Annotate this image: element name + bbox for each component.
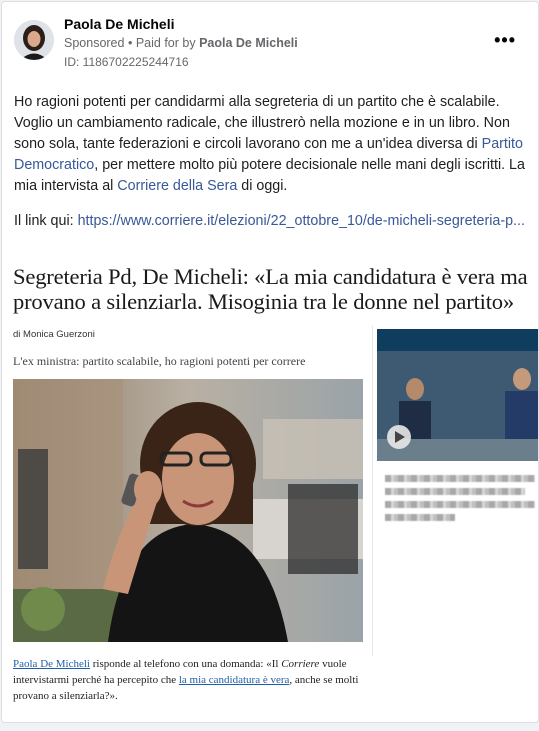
ad-card: Paola De Micheli Sponsored • Paid for by…	[1, 1, 539, 723]
blurred-line	[385, 514, 455, 521]
article-url-link[interactable]: https://www.corriere.it/elezioni/22_otto…	[78, 213, 525, 229]
avatar[interactable]	[14, 20, 54, 60]
blurred-line	[385, 501, 535, 508]
post-text-segment: di oggi.	[237, 178, 288, 194]
link-prefix: Il link qui:	[14, 213, 78, 229]
post-paragraph: Ho ragioni potenti per candidarmi alla s…	[14, 92, 528, 197]
caption-text: risponde al telefono con una domanda: «I…	[89, 658, 282, 670]
article-subhead: L'ex ministra: partito scalabile, ho rag…	[13, 354, 306, 368]
post-text: Ho ragioni potenti per candidarmi alla s…	[14, 92, 528, 246]
paid-for-label: Paid for by	[135, 36, 196, 50]
ad-id: ID: 1186702225244716	[64, 55, 189, 69]
blurred-line	[385, 475, 535, 482]
blurred-side-video	[377, 329, 538, 461]
article-photo	[13, 379, 363, 642]
post-link-paragraph: Il link qui: https://www.corriere.it/ele…	[14, 211, 528, 232]
article-screenshot[interactable]: Segreteria Pd, De Micheli: «La mia candi…	[2, 254, 538, 722]
caption-link-name[interactable]: Paola De Micheli	[13, 658, 90, 670]
more-options-icon[interactable]: •••	[494, 30, 516, 51]
advertiser-name[interactable]: Paola De Micheli	[64, 16, 174, 32]
article-byline: di Monica Guerzoni	[13, 329, 95, 340]
avatar-image	[14, 20, 54, 60]
column-divider	[372, 326, 373, 656]
separator-dot: •	[127, 36, 133, 50]
caption-link-candidatura[interactable]: la mia candidatura è vera	[179, 674, 290, 686]
sponsored-line: Sponsored • Paid for by Paola De Micheli	[64, 36, 298, 50]
blurred-video-thumbnail	[377, 329, 538, 461]
blurred-line	[385, 488, 525, 495]
link-corriere-della-sera[interactable]: Corriere della Sera	[117, 178, 237, 194]
paid-for-name: Paola De Micheli	[199, 36, 298, 50]
article-headline: Segreteria Pd, De Micheli: «La mia candi…	[13, 264, 528, 314]
article-photo-image	[13, 379, 363, 642]
caption-emphasis: Corriere	[281, 658, 320, 670]
sponsored-label: Sponsored	[64, 36, 125, 50]
blurred-side-text	[385, 469, 535, 527]
photo-caption: Paola De Micheli risponde al telefono co…	[13, 656, 363, 704]
post-text-segment: Ho ragioni potenti per candidarmi alla s…	[14, 94, 510, 152]
